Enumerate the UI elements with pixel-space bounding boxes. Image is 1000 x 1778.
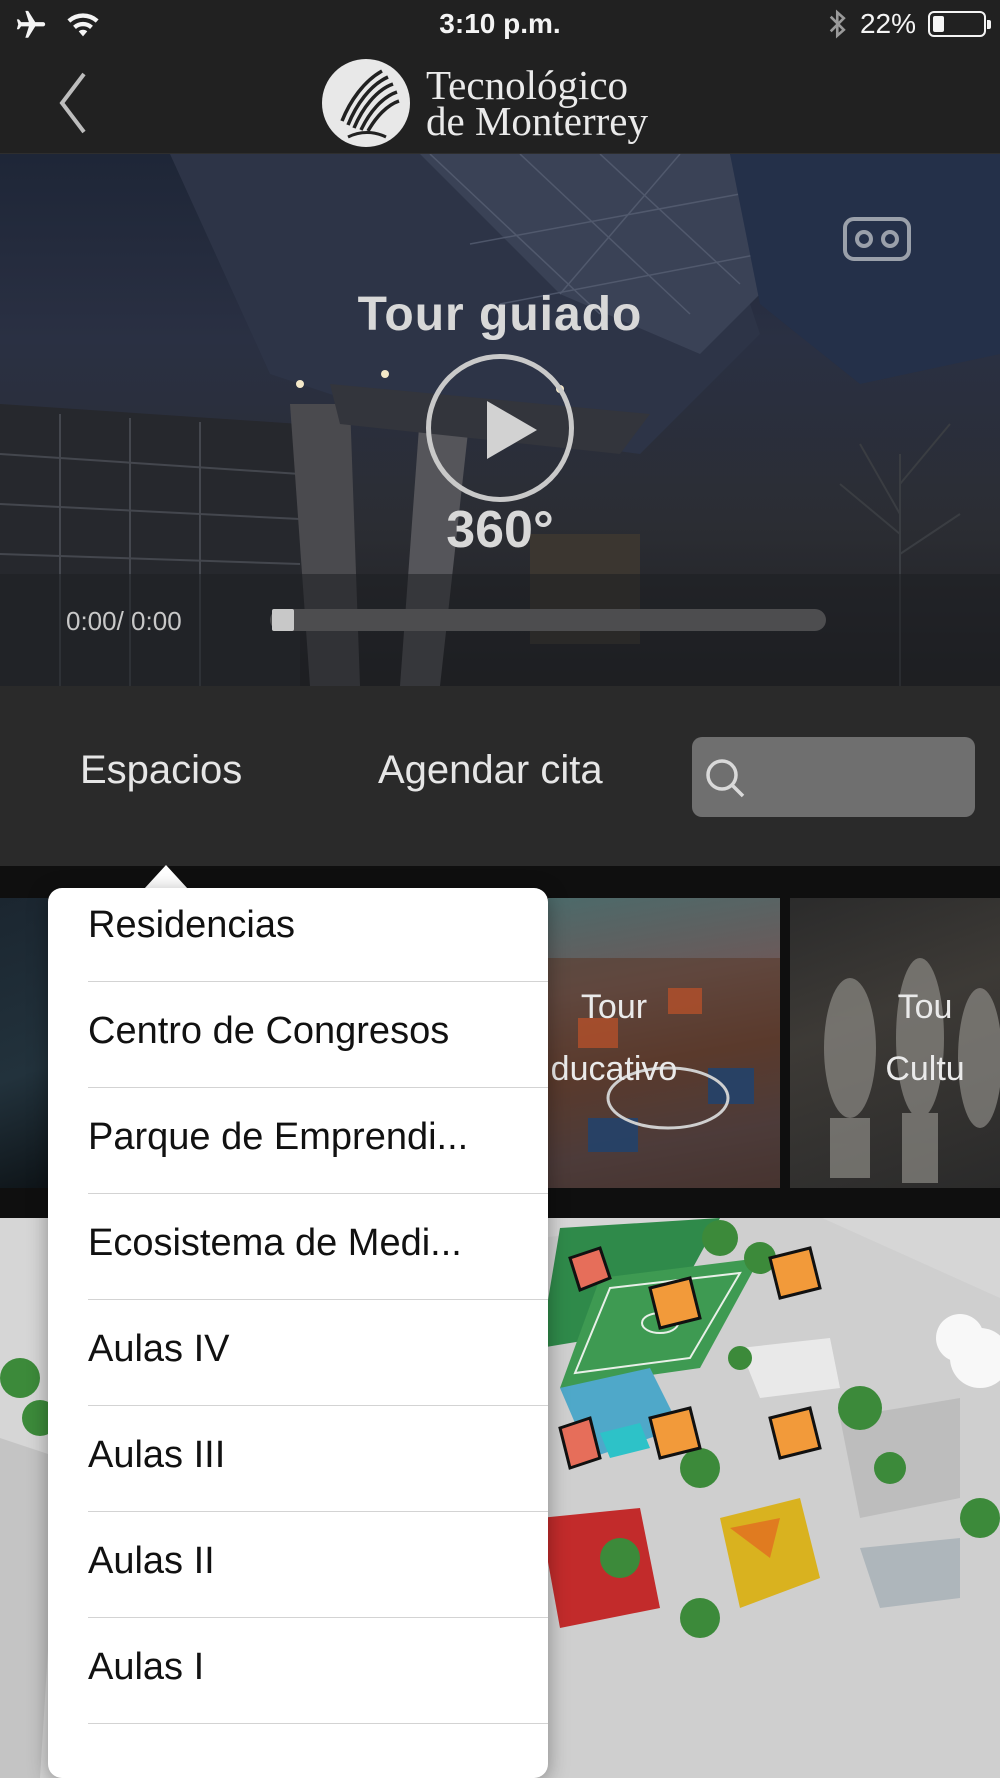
- battery-fill: [933, 16, 944, 32]
- menu-item-label: Aulas IV: [88, 1328, 230, 1370]
- card-label: Tour ducativo: [548, 976, 730, 1100]
- battery-icon: [928, 11, 991, 37]
- menu-item[interactable]: Ecosistema de Medi...: [88, 1194, 548, 1300]
- espacios-dropdown: Residencias Centro de Congresos Parque de …: [48, 888, 548, 1778]
- menu-item[interactable]: Aulas IV: [88, 1300, 548, 1406]
- card-label-line2: Cultu: [885, 1050, 965, 1088]
- chevron-left-icon: [59, 72, 86, 134]
- vr-headset-icon[interactable]: [842, 214, 912, 264]
- menu-item-label: Aulas II: [88, 1540, 215, 1582]
- menu-item[interactable]: Aulas I: [88, 1618, 548, 1724]
- play-icon: [487, 401, 537, 459]
- search-icon: [706, 759, 745, 798]
- progress-thumb[interactable]: [272, 609, 294, 631]
- segment-bar: Espacios Agendar cita: [0, 686, 1000, 866]
- card-label: Tou Cultu: [815, 976, 1000, 1100]
- menu-item-label: Aulas III: [88, 1434, 226, 1476]
- tec-logo-icon: [322, 59, 410, 147]
- playback-time: 0:00/ 0:00: [66, 606, 182, 636]
- menu-item[interactable]: Parque de Emprendi...: [88, 1088, 548, 1194]
- card-label-line1: Tou: [897, 988, 953, 1026]
- brand-logo: Tecnológico de Monterrey: [320, 56, 648, 150]
- nav-bar: Tecnológico de Monterrey: [0, 52, 1000, 154]
- hero-title: Tour guiado: [357, 288, 643, 341]
- tour-card[interactable]: [0, 898, 48, 1188]
- menu-item[interactable]: Aulas III: [88, 1406, 548, 1512]
- menu-item[interactable]: Aulas II: [88, 1512, 548, 1618]
- tab-espacios[interactable]: Espacios: [80, 748, 242, 793]
- bluetooth-icon: [829, 9, 846, 39]
- play-button[interactable]: [426, 354, 574, 502]
- status-right: 22%: [828, 8, 991, 40]
- menu-item[interactable]: Residencias: [88, 888, 548, 982]
- brand-line-2: de Monterrey: [426, 98, 648, 144]
- menu-item-label: Ecosistema de Medi...: [88, 1222, 462, 1264]
- card-label-line2: ducativo: [550, 1050, 678, 1088]
- search-box[interactable]: [692, 737, 975, 817]
- battery-percent: 22%: [859, 8, 916, 39]
- menu-item-label: Parque de Emprendi...: [88, 1116, 469, 1158]
- progress-bar[interactable]: [270, 609, 826, 631]
- tour-card-educativo[interactable]: Tour ducativo: [548, 898, 780, 1188]
- degrees-label: 360°: [446, 501, 554, 559]
- tour-card-cultural[interactable]: Tou Cultu: [790, 898, 1000, 1188]
- back-button[interactable]: [50, 66, 110, 140]
- menu-item-label: Aulas I: [88, 1646, 205, 1688]
- menu-item-label: Residencias: [88, 904, 295, 946]
- search-input[interactable]: [756, 745, 966, 809]
- brand-text: Tecnológico de Monterrey: [426, 65, 648, 144]
- video-player[interactable]: Tour guiado 360° 0:00/ 0:00: [0, 154, 1000, 686]
- menu-item-label: Centro de Congresos: [88, 1010, 450, 1052]
- popover-arrow: [144, 865, 188, 889]
- tab-agendar-cita[interactable]: Agendar cita: [378, 748, 603, 793]
- card-label-line1: Tour: [580, 988, 648, 1026]
- menu-item[interactable]: Centro de Congresos: [88, 982, 548, 1088]
- status-bar: 3:10 p.m. 22%: [0, 0, 1000, 52]
